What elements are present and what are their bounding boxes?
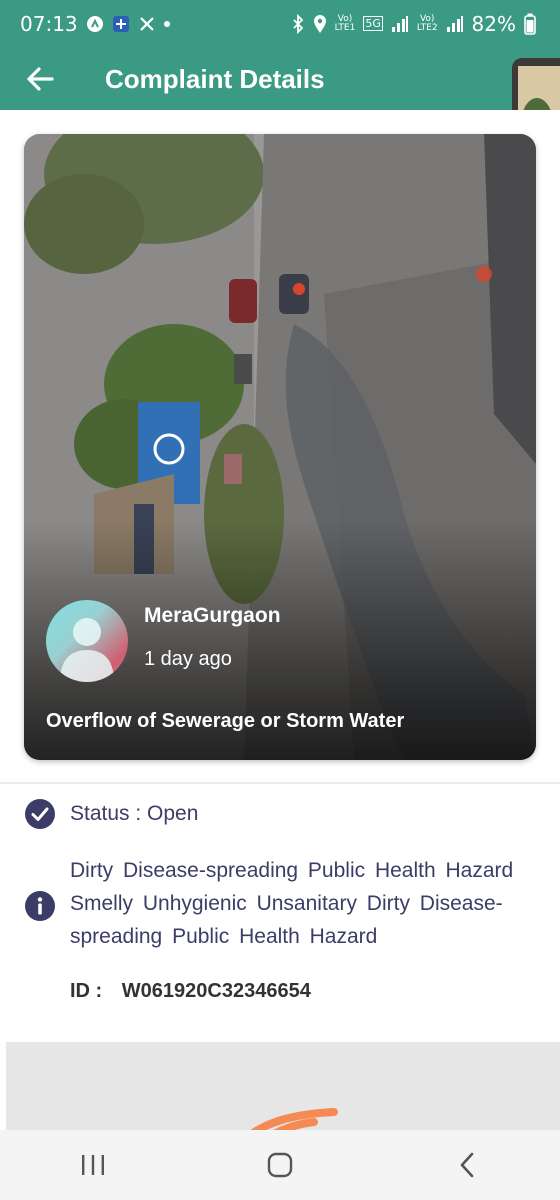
info-icon (25, 891, 55, 921)
avatar[interactable] (46, 600, 128, 682)
fitness-app-icon (86, 15, 104, 33)
battery-icon (524, 13, 536, 35)
recents-icon (82, 1155, 105, 1175)
back-button[interactable] (0, 48, 80, 110)
app-notification-icon (112, 15, 130, 33)
volte-lte1-indicator: Vo) LTE1 (334, 14, 356, 33)
complaint-title: Overflow of Sewerage or Storm Water (46, 710, 405, 732)
app-bar: Complaint Details (0, 48, 560, 110)
back-chevron-icon (460, 1152, 473, 1178)
volte-lte2-indicator: Vo) LTE2 (416, 14, 438, 33)
bluetooth-icon (291, 14, 305, 34)
user-name[interactable]: MeraGurgaon (144, 604, 281, 628)
check-circle-icon (25, 799, 55, 829)
signal-icon (391, 15, 409, 33)
recents-button[interactable] (63, 1135, 123, 1195)
home-icon (267, 1152, 293, 1178)
complaint-id-row: ID : W061920C32346654 (70, 980, 311, 1003)
complaint-card[interactable]: MeraGurgaon 1 day ago Overflow of Sewera… (24, 134, 536, 760)
complaint-tags: Dirty Disease-spreading Public Health Ha… (70, 859, 514, 948)
map-placeholder (6, 1042, 560, 1142)
status-time: 07:13 (20, 12, 78, 36)
more-notifications-dot (163, 21, 170, 27)
divider (0, 782, 560, 784)
complaint-content: MeraGurgaon 1 day ago Overflow of Sewera… (0, 110, 560, 1142)
page-title: Complaint Details (105, 63, 325, 94)
status-text: Status : Open (70, 802, 199, 825)
status-bar: 07:13 Vo) LTE1 5G Vo) LTE2 82% (0, 0, 560, 48)
home-button[interactable] (250, 1135, 310, 1195)
network-5g-indicator: 5G (363, 15, 383, 31)
system-back-button[interactable] (437, 1135, 497, 1195)
complaint-id: W061920C32346654 (121, 980, 311, 1002)
battery-percent: 82% (471, 12, 516, 36)
arrow-left-icon (27, 67, 54, 91)
location-icon (313, 14, 327, 34)
post-time: 1 day ago (144, 648, 232, 670)
status-row: Status : Open (24, 798, 198, 830)
id-label: ID : (70, 980, 103, 1002)
signal-2-icon (446, 15, 464, 33)
system-nav-bar (0, 1130, 560, 1200)
x-app-icon (138, 15, 156, 33)
